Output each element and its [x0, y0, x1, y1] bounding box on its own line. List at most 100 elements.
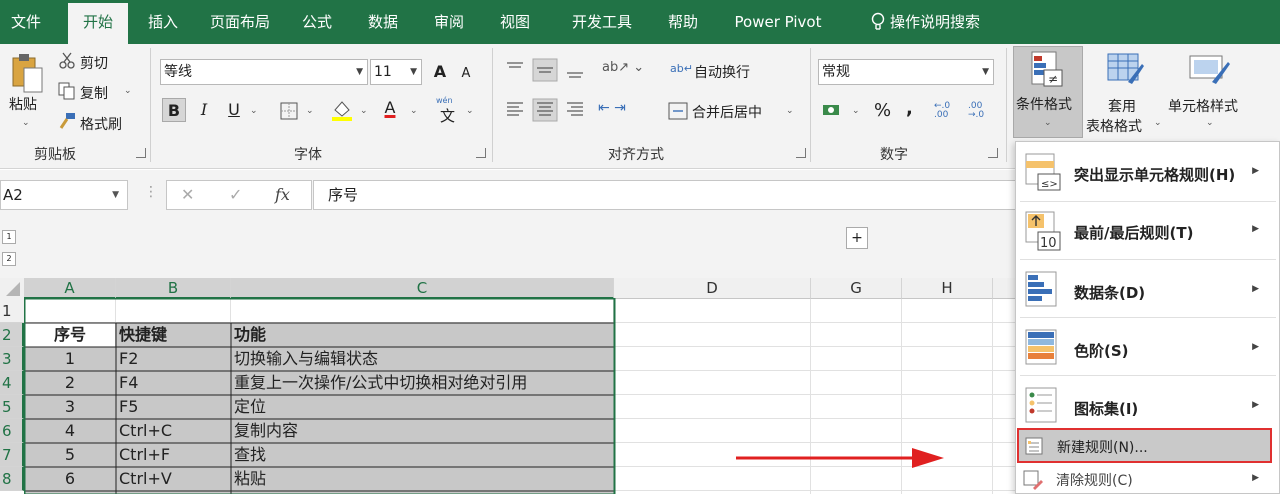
name-box[interactable]: A2 ▼ — [0, 180, 128, 210]
row-header-2[interactable]: 2 — [0, 323, 24, 347]
paste-button[interactable]: 粘贴 — [9, 94, 37, 114]
grow-font-button[interactable]: A — [428, 60, 452, 84]
underline-button[interactable]: U — [222, 98, 246, 122]
merge-center-button[interactable]: 合并后居中 — [692, 102, 762, 122]
tab-page-layout[interactable]: 页面布局 — [200, 0, 280, 44]
format-as-table-label-2[interactable]: 表格格式 — [1086, 116, 1142, 136]
column-header-d[interactable]: D — [614, 278, 811, 299]
font-launcher-icon[interactable] — [476, 148, 486, 158]
outline-level-2-button[interactable]: 2 — [2, 252, 16, 266]
font-name-select[interactable]: 等线 ▼ — [160, 59, 368, 85]
tab-data[interactable]: 数据 — [360, 0, 406, 44]
alignment-launcher-icon[interactable] — [796, 148, 806, 158]
tab-view[interactable]: 视图 — [492, 0, 538, 44]
cell-c7[interactable]: 查找 — [232, 443, 612, 467]
chevron-down-icon[interactable]: ⌄ — [22, 118, 30, 128]
cell-a3[interactable]: 1 — [25, 347, 115, 371]
menu-item-data-bars[interactable]: 数据条(D) ▶ — [1016, 262, 1279, 316]
decrease-decimal-button[interactable]: .00 →.0 — [968, 102, 990, 120]
cell-a5[interactable]: 3 — [25, 395, 115, 419]
chevron-down-icon[interactable]: ⌄ — [786, 106, 794, 116]
comma-button[interactable]: , — [906, 98, 913, 119]
column-header-g[interactable]: G — [811, 278, 902, 299]
cell-a2[interactable]: 序号 — [25, 323, 115, 347]
select-all-corner[interactable] — [0, 278, 24, 299]
column-header-h[interactable]: H — [902, 278, 993, 299]
vertical-align-icons[interactable] — [505, 58, 589, 82]
cell-c3[interactable]: 切换输入与编辑状态 — [232, 347, 612, 371]
cell-b2[interactable]: 快捷键 — [117, 323, 230, 347]
row-header-8[interactable]: 8 — [0, 467, 24, 491]
cell-c4[interactable]: 重复上一次操作/公式中切换相对绝对引用 — [232, 371, 612, 395]
currency-icon[interactable] — [822, 102, 842, 120]
chevron-down-icon[interactable]: ⌄ — [124, 86, 132, 96]
cell-b7[interactable]: Ctrl+F — [117, 443, 230, 467]
indent-icons[interactable]: ⇤ ⇥ — [598, 100, 626, 116]
cell-c6[interactable]: 复制内容 — [232, 419, 612, 443]
clipboard-launcher-icon[interactable] — [136, 148, 146, 158]
enter-icon[interactable]: ✓ — [229, 185, 242, 204]
cell-b4[interactable]: F4 — [117, 371, 230, 395]
font-size-select[interactable]: 11 ▼ — [370, 59, 422, 85]
format-as-table-label-1[interactable]: 套用 — [1108, 96, 1136, 116]
phonetic-label[interactable]: wén — [436, 96, 453, 105]
fill-color-icon[interactable] — [330, 98, 354, 122]
wrap-text-button[interactable]: 自动换行 — [694, 62, 750, 82]
row-header-3[interactable]: 3 — [0, 347, 24, 371]
tab-review[interactable]: 审阅 — [426, 0, 472, 44]
row-header-1[interactable]: 1 — [0, 299, 24, 323]
cell-a8[interactable]: 6 — [25, 467, 115, 491]
column-header-c[interactable]: C — [231, 278, 614, 299]
chevron-down-icon[interactable]: ⌄ — [1206, 118, 1214, 128]
italic-button[interactable]: I — [192, 98, 216, 122]
chevron-down-icon[interactable]: ⌄ — [250, 106, 258, 116]
tab-help[interactable]: 帮助 — [660, 0, 706, 44]
menu-item-highlight-rules[interactable]: ≤> 突出显示单元格规则(H) ▶ — [1016, 146, 1279, 200]
tell-me-search[interactable]: 操作说明搜索 — [890, 0, 990, 44]
cell-a4[interactable]: 2 — [25, 371, 115, 395]
tab-home[interactable]: 开始 — [68, 3, 128, 44]
phonetic-button[interactable]: 文 — [440, 105, 455, 126]
cell-b3[interactable]: F2 — [117, 347, 230, 371]
tab-insert[interactable]: 插入 — [140, 0, 186, 44]
increase-decimal-button[interactable]: ←.0 .00 — [934, 102, 956, 120]
cell-b6[interactable]: Ctrl+C — [117, 419, 230, 443]
border-icon[interactable] — [280, 102, 298, 120]
copy-button[interactable]: 复制 — [80, 83, 108, 103]
chevron-down-icon[interactable]: ⌄ — [306, 106, 314, 116]
horizontal-align-icons[interactable] — [505, 98, 589, 122]
menu-item-color-scales[interactable]: 色阶(S) ▶ — [1016, 320, 1279, 374]
menu-item-icon-sets[interactable]: 图标集(I) ▶ — [1016, 378, 1279, 432]
chevron-down-icon[interactable]: ⌄ — [1044, 118, 1052, 128]
cell-b8[interactable]: Ctrl+V — [117, 467, 230, 491]
bold-button[interactable]: B — [162, 98, 186, 122]
chevron-down-icon[interactable]: ⌄ — [410, 106, 418, 116]
menu-item-new-rule[interactable]: 新建规则(N)... — [1017, 428, 1272, 463]
cell-c5[interactable]: 定位 — [232, 395, 612, 419]
chevron-down-icon[interactable]: ⌄ — [466, 106, 474, 116]
lightbulb-icon[interactable] — [871, 12, 885, 32]
font-color-button[interactable]: A — [378, 96, 402, 120]
tab-developer[interactable]: 开发工具 — [560, 0, 644, 44]
menu-item-top-bottom[interactable]: 10 最前/最后规则(T) ▶ — [1016, 204, 1279, 258]
cancel-icon[interactable]: ✕ — [181, 185, 194, 204]
cell-c8[interactable]: 粘贴 — [232, 467, 612, 491]
format-painter-button[interactable]: 格式刷 — [80, 114, 122, 134]
row-header-6[interactable]: 6 — [0, 419, 24, 443]
menu-item-clear-rules[interactable]: 清除规则(C) ▶ — [1016, 466, 1279, 494]
cell-a7[interactable]: 5 — [25, 443, 115, 467]
cell-c2[interactable]: 功能 — [232, 323, 612, 347]
chevron-down-icon[interactable]: ⌄ — [1154, 118, 1162, 128]
expand-group-button[interactable]: + — [846, 227, 868, 249]
cell-a6[interactable]: 4 — [25, 419, 115, 443]
percent-button[interactable]: % — [874, 100, 891, 121]
conditional-format-label[interactable]: 条件格式 — [1016, 94, 1072, 114]
row-header-5[interactable]: 5 — [0, 395, 24, 419]
column-header-next[interactable] — [993, 278, 1017, 299]
cell-b5[interactable]: F5 — [117, 395, 230, 419]
cut-button[interactable]: 剪切 — [80, 53, 108, 73]
column-header-a[interactable]: A — [24, 278, 116, 299]
cell-styles-label[interactable]: 单元格样式 — [1168, 96, 1238, 116]
tab-file[interactable]: 文件 — [0, 0, 52, 44]
chevron-down-icon[interactable]: ⌄ — [360, 106, 368, 116]
